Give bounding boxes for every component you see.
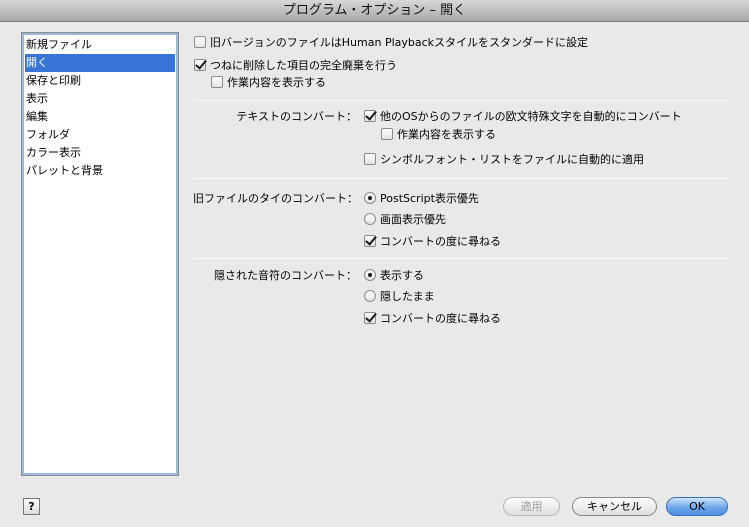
tie-ask-option[interactable]: コンバートの度に尋ねる <box>364 235 501 249</box>
hidden-keep-option[interactable]: 隠したまま <box>364 290 435 304</box>
sidebar-item-palettes-background[interactable]: パレットと背景 <box>25 162 175 180</box>
options-dialog: プログラム・オプション – 開く 新規ファイル 開く 保存と印刷 表示 編集 フ… <box>0 0 749 527</box>
convert-show-progress-option[interactable]: 作業内容を表示する <box>381 128 496 142</box>
auto-convert-checkbox[interactable] <box>364 110 376 122</box>
convert-show-progress-checkbox[interactable] <box>381 128 393 140</box>
separator <box>193 178 732 179</box>
category-list[interactable]: 新規ファイル 開く 保存と印刷 表示 編集 フォルダ カラー表示 パレットと背景 <box>21 32 179 476</box>
hidden-ask-label: コンバートの度に尋ねる <box>380 312 501 325</box>
hidden-show-radio[interactable] <box>364 269 376 281</box>
apply-button[interactable]: 適用 <box>503 497 560 516</box>
hidden-keep-label: 隠したまま <box>380 290 435 303</box>
separator <box>193 258 732 259</box>
hidden-show-label: 表示する <box>380 269 424 282</box>
tie-screen-label: 画面表示優先 <box>380 213 446 226</box>
old-version-playback-option[interactable]: 旧バージョンのファイルはHuman Playbackスタイルをスタンダードに設定 <box>194 36 588 50</box>
hidden-keep-radio[interactable] <box>364 290 376 302</box>
tie-postscript-label: PostScript表示優先 <box>380 192 479 205</box>
purge-show-progress-option[interactable]: 作業内容を表示する <box>211 76 326 90</box>
symbol-font-checkbox[interactable] <box>364 153 376 165</box>
auto-convert-label: 他のOSからのファイルの欧文特殊文字を自動的にコンバート <box>380 110 682 123</box>
window-title: プログラム・オプション – 開く <box>0 0 749 22</box>
old-version-playback-checkbox[interactable] <box>194 36 206 48</box>
sidebar-item-new-file[interactable]: 新規ファイル <box>25 36 175 54</box>
tie-ask-label: コンバートの度に尋ねる <box>380 235 501 248</box>
always-purge-label: つねに削除した項目の完全廃棄を行う <box>210 59 397 72</box>
purge-show-progress-label: 作業内容を表示する <box>227 76 326 89</box>
hidden-ask-option[interactable]: コンバートの度に尋ねる <box>364 312 501 326</box>
hidden-ask-checkbox[interactable] <box>364 312 376 324</box>
tie-convert-section-label: 旧ファイルのタイのコンバート： <box>193 192 358 205</box>
always-purge-checkbox[interactable] <box>194 59 206 71</box>
tie-screen-radio[interactable] <box>364 213 376 225</box>
help-button[interactable]: ? <box>23 498 40 515</box>
auto-convert-option[interactable]: 他のOSからのファイルの欧文特殊文字を自動的にコンバート <box>364 110 682 124</box>
convert-show-progress-label: 作業内容を表示する <box>397 128 496 141</box>
sidebar-item-color-display[interactable]: カラー表示 <box>25 144 175 162</box>
sidebar-item-open[interactable]: 開く <box>25 54 175 72</box>
tie-screen-option[interactable]: 画面表示優先 <box>364 213 446 227</box>
sidebar-item-view[interactable]: 表示 <box>25 90 175 108</box>
hidden-show-option[interactable]: 表示する <box>364 269 424 283</box>
tie-ask-checkbox[interactable] <box>364 235 376 247</box>
cancel-button[interactable]: キャンセル <box>572 497 657 516</box>
symbol-font-label: シンボルフォント・リストをファイルに自動的に適用 <box>380 153 644 166</box>
symbol-font-option[interactable]: シンボルフォント・リストをファイルに自動的に適用 <box>364 153 644 167</box>
text-convert-section-label: テキストのコンバート： <box>236 110 357 123</box>
old-version-playback-label: 旧バージョンのファイルはHuman Playbackスタイルをスタンダードに設定 <box>210 36 589 49</box>
purge-show-progress-checkbox[interactable] <box>211 76 223 88</box>
tie-postscript-option[interactable]: PostScript表示優先 <box>364 192 479 206</box>
sidebar-item-edit[interactable]: 編集 <box>25 108 175 126</box>
tie-postscript-radio[interactable] <box>364 192 376 204</box>
ok-button[interactable]: OK <box>666 497 728 516</box>
hidden-notes-section-label: 隠された音符のコンバート： <box>214 269 357 282</box>
always-purge-option[interactable]: つねに削除した項目の完全廃棄を行う <box>194 59 397 73</box>
sidebar-item-folders[interactable]: フォルダ <box>25 126 175 144</box>
sidebar-item-save-print[interactable]: 保存と印刷 <box>25 72 175 90</box>
separator <box>193 100 732 101</box>
